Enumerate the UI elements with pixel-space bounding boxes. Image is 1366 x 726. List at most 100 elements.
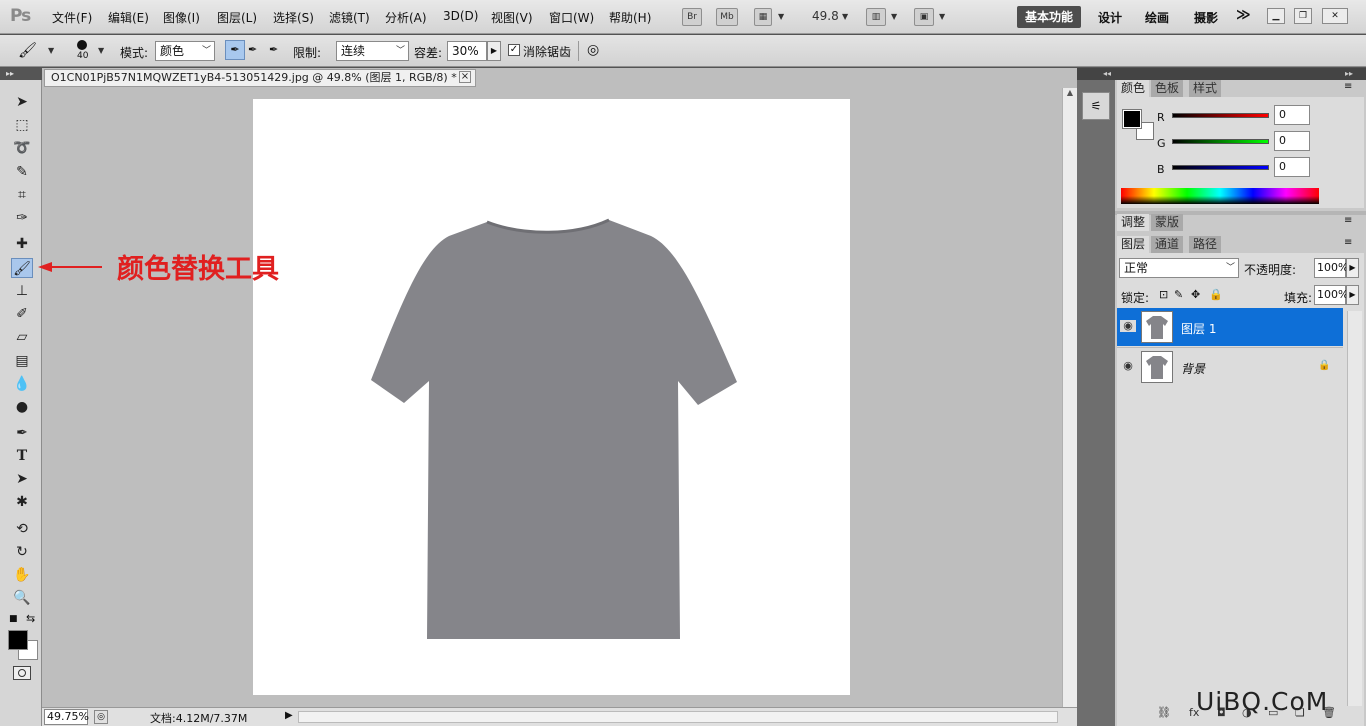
default-colors-icon[interactable]: ■	[9, 614, 18, 624]
screen-mode-icon[interactable]: ▣	[914, 8, 934, 26]
g-value[interactable]: 0	[1274, 131, 1310, 151]
quick-mask-icon[interactable]	[13, 666, 31, 680]
layer-row-1[interactable]: ◉ 图层 1	[1117, 308, 1343, 346]
type-tool-icon[interactable]: T	[11, 446, 33, 466]
horizontal-scrollbar[interactable]	[298, 711, 1058, 723]
opacity-slider-button[interactable]: ▶	[1346, 258, 1359, 278]
3d-rotate-tool-icon[interactable]: ⟲	[11, 519, 33, 539]
tablet-pressure-icon[interactable]: ◎	[587, 42, 599, 58]
chevron-down-icon[interactable]: ▼	[842, 12, 848, 21]
sampling-continuous-icon[interactable]: ✒	[225, 40, 245, 60]
tool-preset-icon[interactable]: 🖌	[18, 41, 37, 59]
antialias-checkbox[interactable]: ✓	[508, 44, 520, 56]
bridge-button[interactable]: Br	[682, 8, 702, 26]
panel-menu-icon[interactable]: ≡	[1344, 237, 1352, 248]
eye-icon[interactable]: ◉	[1120, 360, 1136, 372]
sampling-once-icon[interactable]: ✒	[248, 43, 257, 56]
menu-filter[interactable]: 滤镜(T)	[329, 9, 370, 26]
move-tool-icon[interactable]: ➤	[11, 92, 33, 112]
status-menu-icon[interactable]: ▶	[285, 710, 293, 721]
chevron-down-icon[interactable]: ▼	[939, 12, 945, 21]
menu-help[interactable]: 帮助(H)	[609, 9, 651, 26]
r-value[interactable]: 0	[1274, 105, 1310, 125]
workspace-painting[interactable]: 绘画	[1145, 9, 1169, 26]
menu-window[interactable]: 窗口(W)	[549, 9, 594, 26]
menu-image[interactable]: 图像(I)	[163, 9, 200, 26]
menu-edit[interactable]: 编辑(E)	[108, 9, 149, 26]
pen-tool-icon[interactable]: ✒	[11, 423, 33, 443]
tab-channels[interactable]: 通道	[1151, 236, 1184, 253]
restore-icon[interactable]: ❐	[1294, 8, 1312, 24]
3d-orbit-tool-icon[interactable]: ↻	[11, 542, 33, 562]
shape-tool-icon[interactable]: ✱	[11, 492, 33, 512]
mini-bridge-button[interactable]: Mb	[716, 8, 738, 26]
b-value[interactable]: 0	[1274, 157, 1310, 177]
workspace-photography[interactable]: 摄影	[1194, 9, 1218, 26]
tab-adjustments[interactable]: 调整	[1117, 214, 1150, 231]
document-tab[interactable]: O1CN01PjB57N1MQWZET1yB4-513051429.jpg @ …	[44, 69, 476, 87]
lock-transparency-icon[interactable]: ⊡	[1159, 288, 1168, 301]
eyedropper-tool-icon[interactable]: ✑	[11, 208, 33, 228]
zoom-input[interactable]: 49.75%	[44, 709, 89, 725]
blur-tool-icon[interactable]: 💧	[11, 374, 33, 394]
tab-paths[interactable]: 路径	[1189, 236, 1222, 253]
close-tab-icon[interactable]: ×	[459, 71, 471, 83]
tolerance-slider-button[interactable]: ▶	[487, 41, 501, 61]
g-slider[interactable]	[1172, 139, 1269, 144]
workspace-design[interactable]: 设计	[1098, 9, 1122, 26]
crop-tool-icon[interactable]: ⌗	[11, 185, 33, 205]
foreground-color-swatch[interactable]	[8, 630, 28, 650]
panel-menu-icon[interactable]: ≡	[1344, 215, 1352, 226]
marquee-tool-icon[interactable]: ⬚	[11, 115, 33, 135]
limit-select[interactable]: 连续 ﹀	[336, 41, 409, 61]
layer-link-icon[interactable]: ⛓	[1157, 706, 1171, 719]
expand-icon[interactable]: ◂◂	[1077, 68, 1115, 80]
layer-row-background[interactable]: ◉ 背景 🔒	[1117, 347, 1343, 385]
fg-color-chip[interactable]	[1122, 109, 1142, 129]
menu-view[interactable]: 视图(V)	[491, 9, 533, 26]
chevron-down-icon[interactable]: ▼	[48, 46, 54, 55]
layers-scrollbar[interactable]	[1347, 311, 1362, 706]
opacity-input[interactable]: 100%	[1314, 258, 1348, 278]
eraser-tool-icon[interactable]: ▱	[11, 327, 33, 347]
brush-preview-icon[interactable]	[77, 40, 87, 50]
tab-swatches[interactable]: 色板	[1151, 80, 1184, 97]
eye-icon[interactable]: ◉	[1120, 320, 1136, 332]
r-slider[interactable]	[1172, 113, 1269, 118]
mode-select[interactable]: 颜色 ﹀	[155, 41, 215, 61]
canvas[interactable]	[253, 99, 850, 695]
view-extras-icon[interactable]: ▦	[754, 8, 772, 26]
tab-masks[interactable]: 蒙版	[1151, 214, 1184, 231]
zoom-tool-icon[interactable]: 🔍	[11, 588, 33, 608]
chevron-down-icon[interactable]: ▼	[98, 46, 104, 55]
quick-select-tool-icon[interactable]: ✎	[11, 162, 33, 182]
collapse-panels-icon[interactable]: ▸▸	[1115, 68, 1366, 80]
menu-file[interactable]: 文件(F)	[52, 9, 92, 26]
blend-mode-select[interactable]: 正常 ﹀	[1119, 258, 1239, 278]
path-select-tool-icon[interactable]: ➤	[11, 469, 33, 489]
collapse-icon[interactable]: ▸▸	[0, 68, 42, 80]
tab-layers[interactable]: 图层	[1117, 236, 1150, 253]
gradient-tool-icon[interactable]: ▤	[11, 351, 33, 371]
lock-all-icon[interactable]: 🔒	[1209, 288, 1223, 301]
tolerance-input[interactable]: 30%	[447, 41, 487, 61]
tab-color[interactable]: 颜色	[1117, 80, 1150, 97]
clone-stamp-tool-icon[interactable]: ⊥	[11, 281, 33, 301]
tab-styles[interactable]: 样式	[1189, 80, 1222, 97]
zoom-level[interactable]: 49.8	[812, 9, 839, 23]
swap-colors-icon[interactable]: ⇆	[26, 612, 35, 625]
fill-input[interactable]: 100%	[1314, 285, 1348, 305]
status-icon[interactable]: ◎	[94, 710, 108, 724]
more-workspaces-icon[interactable]: ≫	[1236, 7, 1251, 23]
chevron-down-icon[interactable]: ▼	[778, 12, 784, 21]
fill-slider-button[interactable]: ▶	[1346, 285, 1359, 305]
dodge-tool-icon[interactable]: ●	[11, 397, 33, 417]
menu-layer[interactable]: 图层(L)	[217, 9, 257, 26]
b-slider[interactable]	[1172, 165, 1269, 170]
close-icon[interactable]: ✕	[1322, 8, 1348, 24]
history-panel-icon[interactable]: ⚟	[1082, 92, 1110, 120]
healing-brush-tool-icon[interactable]: ✚	[11, 234, 33, 254]
scroll-up-icon[interactable]: ▲	[1063, 88, 1077, 97]
hand-tool-icon[interactable]: ✋	[11, 565, 33, 585]
arrange-documents-icon[interactable]: ▥	[866, 8, 886, 26]
